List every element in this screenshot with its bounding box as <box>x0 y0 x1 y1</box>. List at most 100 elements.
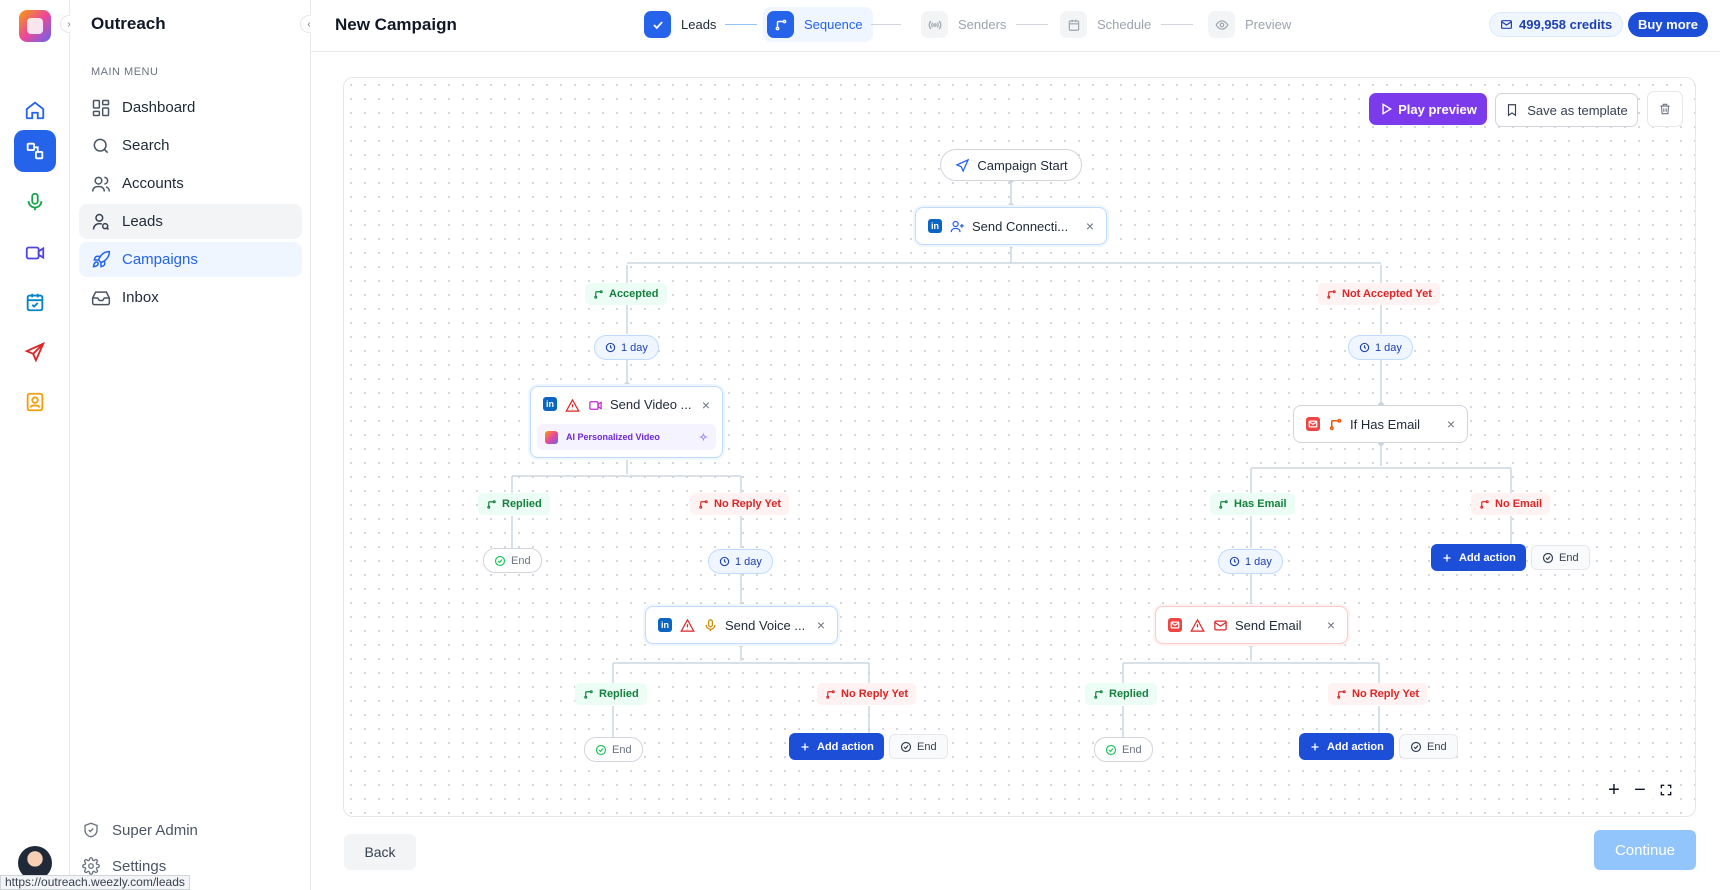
zoom-out-button[interactable]: − <box>1627 777 1653 803</box>
page-title: New Campaign <box>335 15 457 34</box>
step-label: Leads <box>681 17 717 32</box>
step-label: Schedule <box>1097 17 1152 32</box>
rail-video-icon[interactable] <box>14 232 56 274</box>
step-schedule[interactable]: Schedule <box>1056 7 1155 42</box>
warning-icon <box>564 397 580 413</box>
step-leads[interactable]: Leads <box>640 7 720 42</box>
sidebar-item-search[interactable]: Search <box>79 128 302 163</box>
add-action-button[interactable]: Add action <box>1299 733 1394 760</box>
rail-contact-icon[interactable] <box>14 381 56 423</box>
end-text: End <box>1122 743 1142 756</box>
sidebar-item-label: Leads <box>122 213 163 230</box>
step-senders[interactable]: Senders <box>917 7 1010 42</box>
inbox-icon <box>91 290 111 305</box>
end-node[interactable]: End <box>1531 545 1590 570</box>
trash-icon <box>1660 103 1670 115</box>
close-icon[interactable]: × <box>817 617 825 633</box>
check-circle-icon <box>494 555 506 566</box>
delay-badge[interactable]: 1 day <box>1218 549 1283 574</box>
user-search-icon <box>92 213 110 230</box>
campaign-start-node[interactable]: Campaign Start <box>940 149 1082 181</box>
check-circle-icon <box>1542 552 1554 563</box>
sidebar-item-label: Dashboard <box>122 99 196 116</box>
pill-text: No Reply Yet <box>1352 688 1420 700</box>
step-connector <box>871 24 901 25</box>
branch-icon <box>1337 689 1346 699</box>
sidebar-item-dashboard[interactable]: Dashboard <box>79 90 302 125</box>
check-circle-icon <box>595 744 607 755</box>
pill-text: No Reply Yet <box>841 688 909 700</box>
no-reply-branch-label: No Reply Yet <box>817 683 917 705</box>
sidebar-item-label: Super Admin <box>112 821 198 839</box>
close-icon[interactable]: × <box>1447 416 1455 432</box>
not-accepted-branch-label: Not Accepted Yet <box>1318 283 1440 305</box>
buy-more-button[interactable]: Buy more <box>1628 12 1708 37</box>
end-text: End <box>612 743 632 756</box>
close-icon[interactable]: × <box>1086 218 1094 234</box>
sequence-canvas[interactable]: Play preview Save as template Campaign S… <box>343 77 1696 817</box>
step-preview[interactable]: Preview <box>1204 7 1295 42</box>
add-action-text: Add action <box>817 740 874 753</box>
end-node[interactable]: End <box>584 737 643 762</box>
mail-icon <box>1501 20 1512 29</box>
delay-badge[interactable]: 1 day <box>594 335 659 360</box>
rail-workflow-icon[interactable] <box>14 130 56 172</box>
end-node[interactable]: End <box>1399 734 1458 759</box>
no-reply-branch-label: No Reply Yet <box>690 493 790 515</box>
add-action-button[interactable]: Add action <box>1431 544 1526 571</box>
if-has-email-node[interactable]: If Has Email × <box>1293 405 1468 443</box>
sidebar-item-leads[interactable]: Leads <box>79 204 302 239</box>
rail-home-icon[interactable] <box>14 89 56 131</box>
end-node[interactable]: End <box>483 548 542 573</box>
delay-badge[interactable]: 1 day <box>708 549 773 574</box>
clock-icon <box>1359 342 1370 353</box>
zoom-in-button[interactable]: + <box>1601 777 1627 803</box>
email-condition-icon <box>1306 417 1320 431</box>
no-reply-branch-label: No Reply Yet <box>1328 683 1428 705</box>
save-as-template-button[interactable]: Save as template <box>1495 93 1638 127</box>
replied-branch-label: Replied <box>1085 683 1157 705</box>
add-action-button[interactable]: Add action <box>789 733 884 760</box>
plus-icon <box>1311 743 1319 750</box>
send-video-node[interactable]: in Send Video ... × AI Personalized Vide… <box>530 386 723 458</box>
end-node[interactable]: End <box>1094 737 1153 762</box>
end-node[interactable]: End <box>889 734 948 759</box>
dashboard-icon <box>92 99 110 116</box>
continue-button[interactable]: Continue <box>1594 830 1696 870</box>
sidebar-item-accounts[interactable]: Accounts <box>79 166 302 201</box>
save-template-label: Save as template <box>1527 102 1628 118</box>
app-logo[interactable] <box>19 10 51 42</box>
sidebar-item-super-admin[interactable]: Super Admin <box>82 815 282 845</box>
delete-sequence-button[interactable] <box>1647 91 1683 127</box>
broadcast-icon <box>921 11 948 38</box>
rail-calendar-icon[interactable] <box>14 281 56 323</box>
fit-view-button[interactable] <box>1653 777 1679 803</box>
ai-personalized-video-row[interactable]: AI Personalized Video ✧ <box>537 424 716 450</box>
delay-badge[interactable]: 1 day <box>1348 335 1413 360</box>
node-label: Campaign Start <box>977 157 1068 173</box>
add-action-text: Add action <box>1327 740 1384 753</box>
rail-microphone-icon[interactable] <box>14 181 56 223</box>
sidebar-item-campaigns[interactable]: Campaigns <box>79 242 302 277</box>
send-icon <box>954 157 970 173</box>
credits-badge: 499,958 credits <box>1489 12 1624 37</box>
close-icon[interactable]: × <box>1327 617 1335 633</box>
check-circle-icon <box>900 741 912 752</box>
step-sequence[interactable]: Sequence <box>763 7 873 42</box>
gear-icon <box>82 857 100 875</box>
play-icon <box>1382 103 1393 115</box>
send-connection-node[interactable]: in Send Connecti... × <box>915 207 1107 245</box>
rail-send-icon[interactable] <box>14 331 56 373</box>
branch-icon <box>1219 499 1228 509</box>
play-preview-button[interactable]: Play preview <box>1369 93 1487 125</box>
back-button[interactable]: Back <box>344 834 416 870</box>
play-preview-label: Play preview <box>1398 101 1477 117</box>
pill-text: Not Accepted Yet <box>1342 288 1432 300</box>
send-email-node[interactable]: Send Email × <box>1155 606 1348 644</box>
delay-text: 1 day <box>1375 341 1402 354</box>
send-voice-node[interactable]: in Send Voice ... × <box>645 606 838 644</box>
end-text: End <box>1559 551 1579 564</box>
delay-text: 1 day <box>621 341 648 354</box>
sidebar-item-inbox[interactable]: Inbox <box>79 280 302 315</box>
close-icon[interactable]: × <box>702 397 710 413</box>
